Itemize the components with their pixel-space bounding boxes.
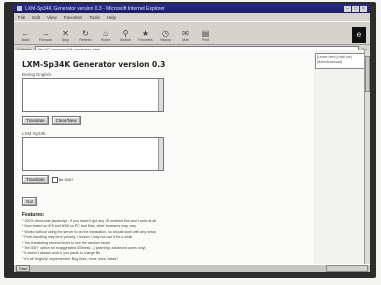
toolbar-button-label: Back (21, 38, 30, 42)
menu-tools[interactable]: Tools (89, 15, 100, 20)
side-links-box: [Leave here] (mail me) [links/download] (315, 53, 367, 69)
toolbar-button-label: Search (119, 38, 132, 42)
content-area: LXM-Sp34K Generator version 0.3 Boring E… (14, 50, 370, 264)
input-label: Boring English: (22, 72, 53, 77)
menu-edit[interactable]: Edit (32, 15, 40, 20)
page-scrollbar[interactable] (364, 50, 370, 264)
search-icon: ⚲ (122, 29, 129, 38)
minimize-button[interactable]: – (344, 5, 351, 12)
menu-file[interactable]: File (18, 15, 25, 20)
back-arrow-icon: ← (21, 29, 30, 38)
toolbar-home-button[interactable]: ⌂ Home (98, 29, 113, 42)
checkbox-label: Be l33t? (58, 177, 74, 182)
toolbar-stop-button[interactable]: ✕ Stop (58, 29, 73, 42)
toolbar: ← Back → Forward ✕ Stop ↻ Refresh ⌂ Home ⚲ Search ★ F… (14, 21, 370, 45)
monitor-bezel: LXM-Sp34K Generator version 0.3 - Micros… (4, 2, 376, 278)
toolbar-button-label: Favorites (138, 38, 153, 42)
toolbar-button-label: Stop (61, 38, 70, 42)
start-button[interactable]: Start (16, 265, 31, 272)
browser-logo-icon: e (352, 27, 366, 43)
feature-item: * It's all 'bugfully' implemented. Bug f… (22, 256, 119, 261)
textarea-scrollbar[interactable] (158, 138, 163, 170)
zone-indicator (326, 265, 368, 272)
l33t-checkbox[interactable]: Be l33t? (51, 176, 74, 183)
print-icon: ▤ (201, 29, 210, 38)
photo-frame: LXM-Sp34K Generator version 0.3 - Micros… (0, 0, 381, 285)
page-title: LXM-Sp34K Generator version 0.3 (22, 60, 166, 69)
status-bar: Start (14, 264, 370, 272)
toolbar-search-button[interactable]: ⚲ Search (118, 29, 133, 42)
scrollbar-thumb[interactable] (365, 56, 370, 92)
go-submit-button[interactable]: Go! (22, 197, 38, 206)
stop-icon: ✕ (62, 29, 69, 38)
forward-arrow-icon: → (41, 29, 50, 38)
toolbar-button-label: Mail (182, 38, 189, 42)
window-title: LXM-Sp34K Generator version 0.3 - Micros… (25, 5, 165, 12)
toolbar-mail-button[interactable]: ✉ Mail (178, 29, 193, 42)
translate-again-button[interactable]: Translate (22, 175, 49, 184)
home-icon: ⌂ (103, 29, 108, 38)
menu-help[interactable]: Help (107, 15, 116, 20)
toolbar-button-label: Home (100, 38, 111, 42)
menu-favorites[interactable]: Favorites (64, 15, 83, 20)
checkbox-box[interactable] (51, 176, 58, 183)
sp34k-output-textarea[interactable] (22, 137, 164, 171)
refresh-icon: ↻ (82, 29, 89, 38)
menu-bar: File Edit View Favorites Tools Help (14, 13, 370, 21)
title-bar: LXM-Sp34K Generator version 0.3 - Micros… (14, 4, 370, 13)
toolbar-print-button[interactable]: ▤ Print (198, 29, 213, 42)
toolbar-button-label: Forward (39, 38, 52, 42)
translate-button[interactable]: Translate (22, 116, 49, 125)
history-icon: ◷ (162, 29, 169, 38)
features-list: * 100% client-side javascript - if you h… (22, 219, 314, 262)
browser-icon (17, 6, 22, 11)
menu-view[interactable]: View (47, 15, 57, 20)
right-column: [Leave here] (mail me) [links/download] (314, 50, 370, 264)
close-button[interactable]: × (360, 5, 367, 12)
toolbar-button-label: History (160, 38, 171, 42)
toolbar-forward-button[interactable]: → Forward (38, 29, 53, 42)
output-label: LXM Sp34k: (22, 131, 47, 136)
toolbar-favorites-button[interactable]: ★ Favorites (138, 29, 153, 42)
clear-button[interactable]: Clear/New (51, 116, 81, 125)
toolbar-button-label: Print (201, 38, 210, 42)
toolbar-refresh-button[interactable]: ↻ Refresh (78, 29, 93, 42)
page-body: LXM-Sp34K Generator version 0.3 Boring E… (14, 50, 314, 264)
textarea-scrollbar[interactable] (158, 79, 163, 111)
side-link[interactable]: [links/download] (317, 60, 365, 65)
browser-window: LXM-Sp34K Generator version 0.3 - Micros… (14, 4, 370, 272)
toolbar-button-label: Refresh (79, 38, 92, 42)
english-input-textarea[interactable] (22, 78, 164, 112)
toolbar-back-button[interactable]: ← Back (18, 29, 33, 42)
features-heading: Features: (22, 212, 45, 218)
mail-icon: ✉ (182, 29, 189, 38)
favorites-icon: ★ (141, 29, 150, 38)
maximize-button[interactable]: □ (352, 5, 359, 12)
toolbar-history-button[interactable]: ◷ History (158, 29, 173, 42)
